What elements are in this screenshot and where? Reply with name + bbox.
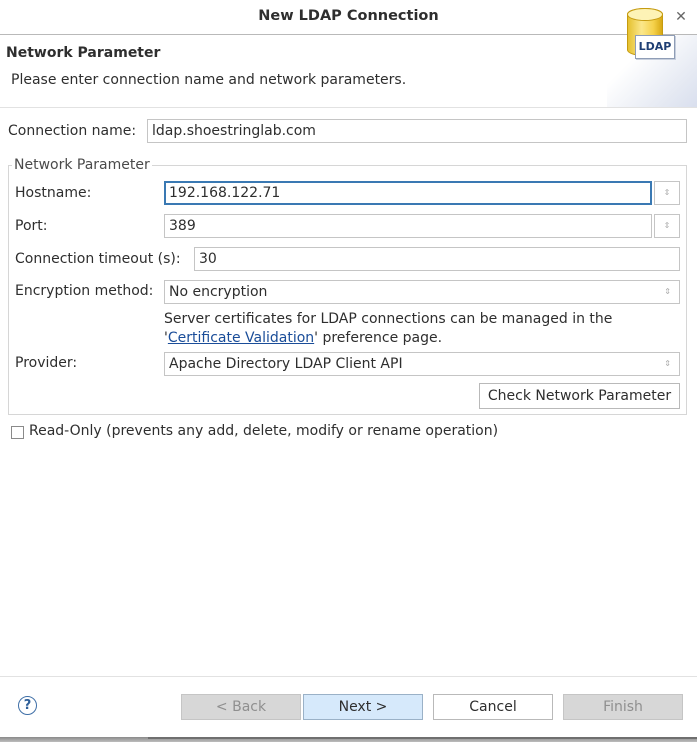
certificate-info-line2: 'Certificate Validation' preference page… [164, 329, 612, 348]
certificate-info-text: Server certificates for LDAP connections… [164, 310, 612, 348]
hostname-label: Hostname: [15, 185, 92, 201]
window-title: New LDAP Connection [258, 8, 439, 24]
page-title: Network Parameter [6, 45, 161, 61]
read-only-label[interactable]: Read-Only (prevents any add, delete, mod… [29, 423, 498, 439]
provider-select[interactable]: Apache Directory LDAP Client API ⇕ [164, 352, 680, 376]
port-label: Port: [15, 218, 48, 234]
encryption-method-label: Encryption method: [15, 283, 154, 299]
page-description: Please enter connection name and network… [11, 72, 407, 88]
provider-label: Provider: [15, 355, 78, 371]
provider-value: Apache Directory LDAP Client API [169, 356, 403, 372]
hostname-input[interactable]: 192.168.122.71 [164, 181, 652, 205]
port-input[interactable]: 389 [164, 214, 652, 238]
ldap-icon-label: LDAP [635, 35, 675, 59]
read-only-checkbox[interactable] [11, 426, 24, 439]
connection-timeout-label: Connection timeout (s): [15, 251, 181, 267]
back-button[interactable]: < Back [181, 694, 301, 720]
title-bar: New LDAP Connection ✕ [0, 0, 697, 35]
connection-name-label: Connection name: [8, 123, 137, 139]
connection-timeout-input[interactable]: 30 [194, 247, 680, 271]
finish-button[interactable]: Finish [563, 694, 683, 720]
connection-name-input[interactable]: ldap.shoestringlab.com [147, 119, 687, 143]
updown-icon: ⇕ [663, 188, 671, 197]
hostname-history-dropdown[interactable]: ⇕ [654, 181, 680, 205]
help-icon[interactable]: ? [18, 696, 37, 715]
window-bottom-edge-inner [148, 737, 697, 739]
network-parameter-group-label: Network Parameter [12, 157, 152, 173]
database-cylinder-top [627, 8, 663, 21]
check-network-parameter-button[interactable]: Check Network Parameter [479, 383, 680, 409]
port-history-dropdown[interactable]: ⇕ [654, 214, 680, 238]
encryption-method-select[interactable]: No encryption ⇕ [164, 280, 680, 304]
next-button[interactable]: Next > [303, 694, 423, 720]
cancel-button[interactable]: Cancel [433, 694, 553, 720]
certificate-validation-link[interactable]: Certificate Validation [168, 330, 314, 346]
wizard-banner: Network Parameter Please enter connectio… [0, 35, 697, 108]
certificate-info-line1: Server certificates for LDAP connections… [164, 311, 613, 327]
updown-icon: ⇕ [663, 221, 671, 230]
chevron-updown-icon: ⇕ [664, 287, 671, 296]
footer-separator [0, 676, 697, 677]
encryption-method-value: No encryption [169, 284, 268, 300]
ldap-database-icon: LDAP [625, 6, 677, 64]
info-suffix: ' preference page. [314, 330, 443, 346]
window-bottom-edge [0, 737, 697, 742]
chevron-updown-icon: ⇕ [664, 359, 671, 368]
